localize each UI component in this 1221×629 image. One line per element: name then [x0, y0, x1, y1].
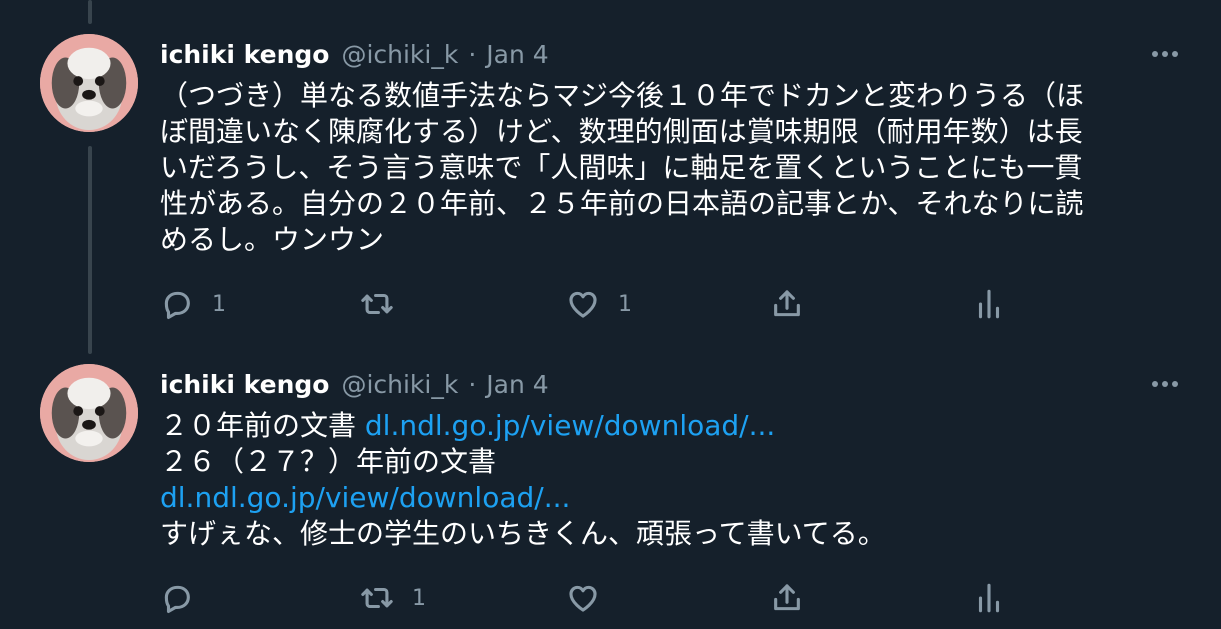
analytics-button[interactable]	[972, 578, 1006, 618]
retweet-button[interactable]	[360, 284, 412, 324]
like-icon	[569, 585, 597, 612]
tweet-header: ichiki kengo @ichiki_k · Jan 4	[160, 364, 549, 404]
more-icon	[1152, 51, 1178, 57]
tweet-text-line: （つづき）単なる数値手法ならマジ今後１０年でドカンと変わりうる（ほ	[160, 79, 1085, 112]
download-link[interactable]: dl.ndl.go.jp/view/download/...	[365, 409, 775, 442]
more-button[interactable]	[1145, 36, 1185, 72]
tweet-text-line: ２６（２７？）年前の文書	[160, 445, 497, 478]
reply-icon	[164, 585, 190, 614]
like-count: 1	[618, 291, 632, 317]
author-name[interactable]: ichiki kengo	[160, 40, 329, 69]
retweet-button[interactable]: 1	[360, 578, 426, 618]
retweet-count: 1	[412, 585, 426, 611]
tweet-text-line: 性がある。自分の２０年前、２５年前の日本語の記事とか、それなりに読	[160, 187, 1084, 220]
reply-button[interactable]: 1	[160, 284, 226, 324]
author-handle[interactable]: @ichiki_k	[341, 40, 458, 69]
avatar-dog-image	[40, 364, 138, 462]
avatar[interactable]	[40, 34, 138, 132]
retweet-icon	[361, 293, 393, 315]
share-button[interactable]	[770, 578, 804, 618]
tweet-text-segment: ２０年前の文書	[160, 409, 365, 442]
tweet-text-line: いだろうし、そう言う意味で「人間味」に軸足を置くということにも一貫	[160, 151, 1083, 184]
tweet-date[interactable]: Jan 4	[486, 40, 548, 69]
avatar[interactable]	[40, 364, 138, 462]
author-name[interactable]: ichiki kengo	[160, 370, 329, 399]
separator-dot: ·	[468, 369, 477, 399]
share-icon	[774, 584, 800, 611]
avatar-dog-image	[40, 34, 138, 132]
more-icon	[1152, 381, 1178, 387]
share-button[interactable]	[770, 284, 804, 324]
reply-icon	[164, 291, 190, 320]
analytics-icon	[978, 289, 1000, 319]
tweet-text-line: ぼ間違いなく陳腐化する）けど、数理的側面は賞味期限（耐用年数）は長	[160, 115, 1083, 148]
tweet-actions: 1	[160, 578, 1020, 618]
reply-count: 1	[212, 291, 226, 317]
tweet-text: ２０年前の文書 dl.ndl.go.jp/view/download/... ２…	[160, 408, 1150, 552]
author-handle[interactable]: @ichiki_k	[341, 370, 458, 399]
share-icon	[774, 290, 800, 317]
analytics-button[interactable]	[972, 284, 1006, 324]
tweet-text-line: めるし。ウンウン	[160, 223, 385, 256]
tweet-date[interactable]: Jan 4	[486, 370, 548, 399]
thread-line-middle	[88, 146, 92, 354]
thread-line-top	[88, 0, 92, 24]
tweet-header: ichiki kengo @ichiki_k · Jan 4	[160, 34, 549, 74]
tweet-text-line: すげぇな、修士の学生のいちきくん、頑張って書いてる。	[160, 517, 886, 550]
like-icon	[569, 291, 597, 318]
download-link[interactable]: dl.ndl.go.jp/view/download/...	[160, 480, 1150, 516]
tweet-text: （つづき）単なる数値手法ならマジ今後１０年でドカンと変わりうる（ほ ぼ間違いなく…	[160, 78, 1150, 258]
more-button[interactable]	[1145, 366, 1185, 402]
reply-button[interactable]	[160, 578, 212, 618]
analytics-icon	[978, 583, 1000, 613]
separator-dot: ·	[468, 39, 477, 69]
tweet-text-line: ２０年前の文書 dl.ndl.go.jp/view/download/...	[160, 408, 1150, 444]
tweet-actions: 1 1	[160, 284, 1020, 324]
like-button[interactable]: 1	[566, 284, 632, 324]
retweet-icon	[361, 587, 393, 609]
like-button[interactable]	[566, 578, 618, 618]
